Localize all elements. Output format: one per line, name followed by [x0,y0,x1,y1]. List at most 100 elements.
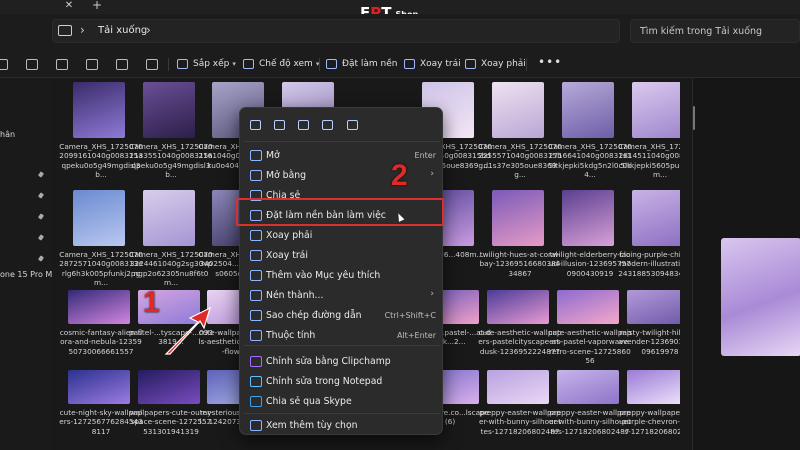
view-button[interactable]: Chế độ xem ▾ [243,55,319,73]
chevron-down-icon: ▾ [232,60,236,68]
menu-item-shortcut: Alt+Enter [396,331,436,340]
menu-item-icon [250,170,262,181]
more-options-icon[interactable]: ••• [538,55,562,69]
file-thumbnail [627,290,680,324]
file-thumbnail [143,82,195,138]
new-tab-icon[interactable]: + [90,0,104,11]
rotate-left-label: Xoay trái [420,59,461,69]
file-thumbnail [143,190,195,246]
sort-label: Sắp xếp [193,59,230,69]
toolbar-divider [168,58,169,71]
file-thumbnail [562,82,614,138]
search-placeholder: Tìm kiếm trong Tải xuống [640,26,763,37]
submenu-chevron-icon: › [430,169,434,179]
menu-divider [244,345,440,346]
step-number-2: 2 [391,159,408,192]
rotate-right-button[interactable]: Xoay phải [465,55,526,73]
context-menu-quick-actions [240,108,444,142]
menu-item-icon [250,230,262,241]
scrollbar[interactable] [693,106,695,130]
menu-item[interactable]: Sao chép đường dẫn Ctrl+Shift+C [240,306,444,326]
rename-icon[interactable] [298,120,309,130]
toolbar-divider [526,58,527,71]
file-thumbnail [632,82,680,138]
file-thumbnail [68,370,130,404]
breadcrumb-chevron-icon[interactable]: › [80,23,85,37]
breadcrumb-chevron-icon[interactable]: › [146,23,151,37]
menu-item[interactable]: Chia sẻ qua Skype [240,392,444,412]
menu-item[interactable]: Chỉnh sửa trong Notepad [240,372,444,392]
cut-icon[interactable] [250,120,261,130]
file-name: Camera_XHS_17250702814511040g00831s15ltk… [618,142,680,180]
step-arrow-icon [164,306,211,355]
menu-item-icon [250,420,262,431]
rotate-left-button[interactable]: Xoay trái [404,55,461,73]
menu-item-icon [250,270,262,281]
pin-icon [38,214,44,222]
menu-item-label: Xem thêm tùy chọn [266,420,358,431]
sort-button[interactable]: Sắp xếp ▾ [177,55,236,73]
menu-item-shortcut: Ctrl+Shift+C [384,311,436,320]
menu-item[interactable]: Mở bằng › [240,166,444,186]
view-icon [243,59,254,69]
menu-item-icon [250,356,262,367]
rotate-left-icon [404,59,415,69]
preview-pane [692,78,800,450]
set-wallpaper-button[interactable]: Đặt làm nền [326,55,397,73]
pin-icon [38,193,44,201]
file-thumbnail [73,82,125,138]
file-thumbnail [487,290,549,324]
menu-item[interactable]: Mở Enter [240,146,444,166]
delete-icon[interactable] [146,59,158,70]
menu-item[interactable]: Chỉnh sửa bằng Clipchamp [240,352,444,372]
menu-item-icon [250,290,262,301]
cut-icon[interactable] [0,59,8,70]
pin-icon [38,235,44,243]
menu-item-icon [250,396,262,407]
file-explorer-window: ✕ + F P T Shop › Tải xuống › Tìm kiếm tr… [0,0,800,450]
menu-item[interactable]: Thuộc tính Alt+Enter [240,326,444,346]
file-name: misty-twilight-hills-in-lavender-1236901… [618,328,680,356]
sort-icon [177,59,188,69]
file-thumbnail [68,290,130,324]
pin-icon [38,172,44,180]
submenu-chevron-icon: › [430,289,434,299]
this-pc-icon[interactable] [58,25,72,36]
command-bar: Sắp xếp ▾ Chế độ xem ▾ Đặt làm nền Xoay … [0,50,800,78]
copy-icon[interactable] [26,59,38,70]
menu-item-shortcut: Enter [414,151,436,160]
sidebar-item-label[interactable]: one 15 Pro Ma [0,270,57,279]
file-thumbnail [138,370,200,404]
paste-icon[interactable] [56,59,68,70]
rename-icon[interactable] [86,59,98,70]
menu-item[interactable]: Xoay trái [240,246,444,266]
menu-item[interactable]: Thêm vào Mục yêu thích [240,266,444,286]
step-number-1: 1 [143,286,160,319]
file-thumbnail [73,190,125,246]
toolbar-divider [319,58,320,71]
preview-image [721,238,800,356]
menu-item[interactable]: Nén thành... › [240,286,444,306]
menu-divider [244,141,440,142]
breadcrumb-downloads[interactable]: Tải xuống [98,25,147,36]
file-name: facing-purple-chinese-modern-illustratio… [618,250,680,278]
menu-item-icon [250,330,262,341]
copy-icon[interactable] [274,120,285,130]
rotate-right-label: Xoay phải [481,59,526,69]
close-tab-icon[interactable]: ✕ [62,0,76,12]
share-icon[interactable] [116,59,128,70]
menu-item-icon [250,250,262,261]
menu-item-label: Mở [266,150,280,161]
menu-item-label: Xoay phải [266,230,313,241]
share-icon[interactable] [322,120,333,130]
menu-item[interactable]: Xoay phải [240,226,444,246]
menu-item-label: Thuộc tính [266,330,316,341]
highlight-box [236,198,444,226]
menu-item[interactable]: Xem thêm tùy chọn [240,416,444,436]
navigation-pane: hân one 15 Pro Ma [0,78,57,450]
menu-divider [244,413,440,414]
menu-item-label: Chia sẻ qua Skype [266,396,352,407]
menu-item-icon [250,376,262,387]
delete-icon[interactable] [347,120,358,130]
sidebar-item-label[interactable]: hân [0,130,15,139]
